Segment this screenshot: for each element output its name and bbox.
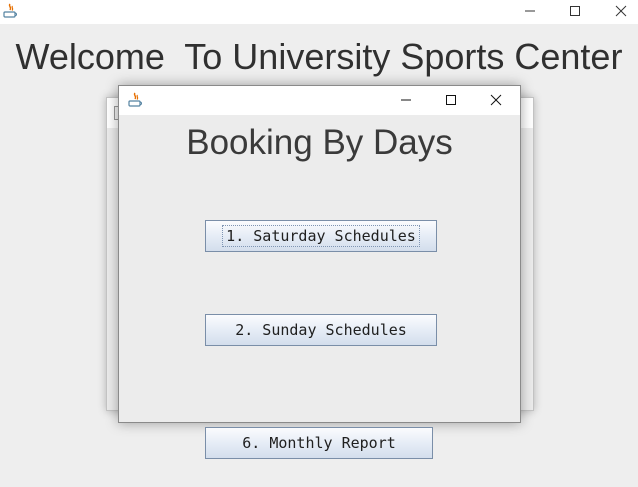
minimize-icon[interactable] xyxy=(518,1,542,21)
java-icon xyxy=(128,92,142,107)
saturday-schedules-label: 1. Saturday Schedules xyxy=(222,225,420,247)
java-icon xyxy=(3,3,17,18)
close-icon[interactable] xyxy=(484,90,508,110)
maximize-icon[interactable] xyxy=(563,1,587,21)
monthly-report-label: 6. Monthly Report xyxy=(242,434,396,452)
dialog-title-bar[interactable] xyxy=(119,86,520,115)
main-heading: Welcome To University Sports Center xyxy=(15,36,623,77)
sunday-schedules-label: 2. Sunday Schedules xyxy=(235,321,407,339)
monthly-report-button[interactable]: 6. Monthly Report xyxy=(205,427,433,459)
dialog-title: Booking By Days xyxy=(186,123,453,162)
maximize-icon[interactable] xyxy=(439,90,463,110)
main-title-bar[interactable] xyxy=(0,0,638,24)
booking-dialog[interactable]: Booking By Days 1. Saturday Schedules 2.… xyxy=(118,85,521,423)
sunday-schedules-button[interactable]: 2. Sunday Schedules xyxy=(205,314,437,346)
close-icon[interactable] xyxy=(609,1,633,21)
saturday-schedules-button[interactable]: 1. Saturday Schedules xyxy=(205,220,437,252)
minimize-icon[interactable] xyxy=(394,90,418,110)
